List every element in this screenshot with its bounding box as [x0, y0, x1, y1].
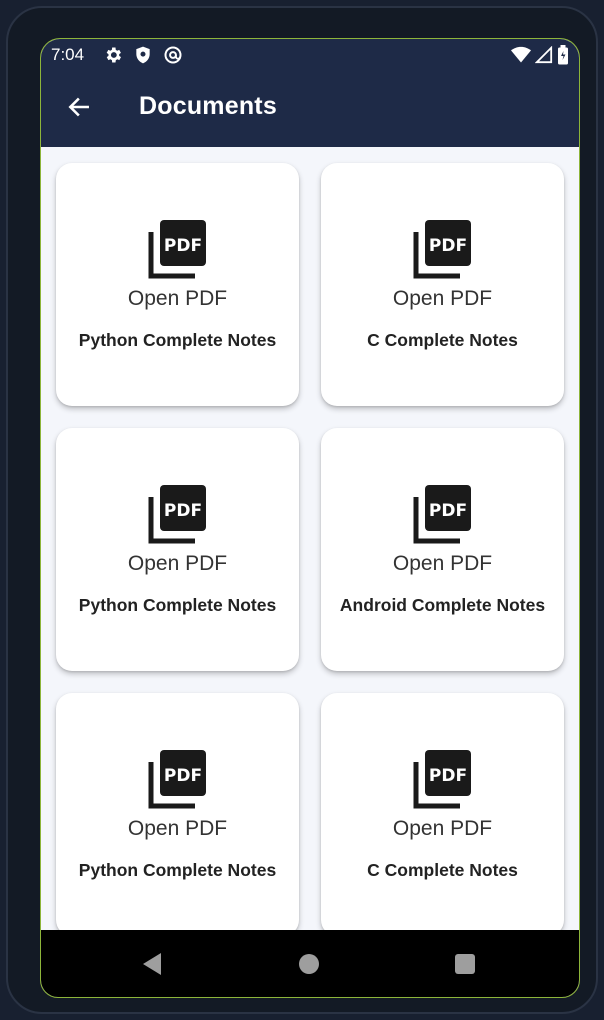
back-button[interactable] [59, 87, 99, 127]
document-card[interactable]: PDF Open PDF Python Complete Notes [56, 163, 299, 406]
status-icons-left [103, 45, 183, 65]
signal-icon [535, 46, 553, 64]
documents-grid: PDF Open PDF Python Complete Notes PDF O… [56, 163, 564, 931]
arrow-left-icon [68, 97, 89, 117]
svg-text:PDF: PDF [429, 501, 467, 521]
pdf-icon: PDF [148, 220, 206, 279]
nav-back-icon[interactable] [141, 952, 163, 976]
nav-recents-icon[interactable] [455, 954, 475, 974]
navigation-bar [41, 930, 579, 997]
app-bar: Documents [41, 71, 579, 147]
gear-icon [106, 47, 121, 63]
document-card[interactable]: PDF Open PDF C Complete Notes [321, 163, 564, 406]
status-icons-right [511, 45, 569, 65]
battery-icon [558, 45, 568, 65]
document-title: C Complete Notes [367, 330, 518, 350]
document-card[interactable]: PDF Open PDF Android Complete Notes [321, 428, 564, 671]
open-pdf-label: Open PDF [392, 287, 493, 310]
wifi-icon [511, 46, 531, 63]
document-card[interactable]: PDF Open PDF Python Complete Notes [56, 428, 299, 671]
document-title: Android Complete Notes [339, 595, 546, 615]
at-sign-icon [164, 46, 182, 64]
open-pdf-label: Open PDF [127, 817, 228, 840]
pdf-icon: PDF [413, 750, 471, 809]
status-bar: 7:04 [41, 39, 579, 71]
document-title: Python Complete Notes [78, 330, 277, 350]
pdf-icon: PDF [413, 220, 471, 279]
open-pdf-label: Open PDF [127, 552, 228, 575]
pdf-icon: PDF [413, 485, 471, 544]
document-card[interactable]: PDF Open PDF Python Complete Notes [56, 693, 299, 931]
document-title: C Complete Notes [367, 860, 518, 880]
svg-text:PDF: PDF [429, 236, 467, 256]
device-frame: 7:04 Documents PDF Open PDF Python Compl… [6, 6, 598, 1014]
document-title: Python Complete Notes [78, 860, 277, 880]
open-pdf-label: Open PDF [127, 287, 228, 310]
page-title: Documents [139, 92, 277, 120]
pdf-icon: PDF [148, 750, 206, 809]
nav-home-icon[interactable] [299, 954, 319, 974]
open-pdf-label: Open PDF [392, 552, 493, 575]
screen: 7:04 Documents PDF Open PDF Python Compl… [40, 38, 580, 998]
svg-text:PDF: PDF [164, 236, 202, 256]
open-pdf-label: Open PDF [392, 817, 493, 840]
svg-text:PDF: PDF [164, 501, 202, 521]
shield-icon [136, 46, 150, 64]
status-time: 7:04 [51, 45, 85, 64]
documents-grid-container: PDF Open PDF Python Complete Notes PDF O… [41, 147, 579, 931]
svg-text:PDF: PDF [429, 766, 467, 786]
pdf-icon: PDF [148, 485, 206, 544]
svg-text:PDF: PDF [164, 766, 202, 786]
document-card[interactable]: PDF Open PDF C Complete Notes [321, 693, 564, 931]
document-title: Python Complete Notes [78, 595, 277, 615]
